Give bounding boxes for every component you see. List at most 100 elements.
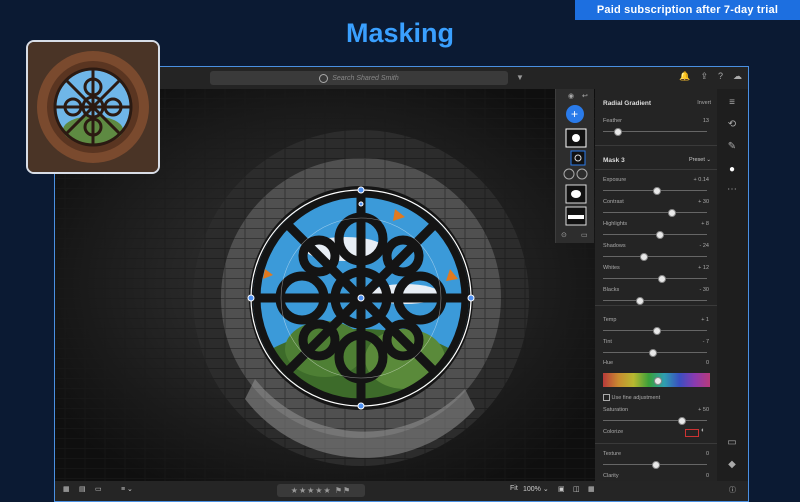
search-icon bbox=[319, 73, 329, 83]
tone-label: Blacks bbox=[603, 287, 620, 293]
tone-label-row: Whites + 12 bbox=[603, 265, 711, 271]
bottom-toolbar: ▦ ▤ ▭ ≡ ⌄ ★★★★★ ⚑⚑ Fit 100% ⌄ ▣ ◫ ▦ ⓘ bbox=[55, 481, 748, 501]
notifications-icon[interactable]: 🔔 bbox=[679, 71, 690, 82]
color-slider[interactable] bbox=[603, 349, 707, 357]
edit-sliders-icon[interactable]: ≡ bbox=[726, 97, 738, 108]
color-slider[interactable] bbox=[603, 327, 707, 335]
tone-slider[interactable] bbox=[603, 275, 707, 283]
tone-label-row: Exposure + 0.14 bbox=[603, 177, 711, 183]
saturation-value: + 50 bbox=[698, 407, 709, 413]
saturation-label: Saturation bbox=[603, 407, 629, 413]
tone-slider[interactable] bbox=[603, 187, 707, 195]
color-slider-knob[interactable] bbox=[653, 327, 662, 335]
tone-slider[interactable] bbox=[603, 209, 707, 217]
visibility-icon[interactable]: ◉ bbox=[568, 93, 574, 100]
feather-slider[interactable] bbox=[603, 128, 707, 136]
color-slider-knob[interactable] bbox=[648, 349, 657, 357]
info-icon[interactable]: ▦ bbox=[588, 485, 595, 493]
tone-label-row: Highlights + 8 bbox=[603, 221, 711, 227]
more-icon[interactable]: ⋯ bbox=[726, 184, 738, 195]
effect-slider[interactable] bbox=[603, 461, 707, 469]
tone-slider[interactable] bbox=[603, 231, 707, 239]
colorize-swatch[interactable] bbox=[685, 429, 699, 437]
compare-icon[interactable]: ▣ bbox=[558, 485, 565, 493]
hue-slider-knob[interactable] bbox=[653, 377, 662, 385]
eyedropper-icon[interactable]: ◐ bbox=[701, 427, 705, 434]
effect-value: 0 bbox=[705, 451, 709, 457]
tone-slider[interactable] bbox=[603, 297, 707, 305]
svg-text:⊙: ⊙ bbox=[561, 232, 567, 239]
fit-label: Fit bbox=[510, 485, 518, 492]
comments-icon[interactable]: ▭ bbox=[726, 437, 738, 448]
before-after-icon[interactable]: ◫ bbox=[573, 485, 580, 493]
cloud-icon[interactable]: ☁ bbox=[733, 71, 742, 82]
tone-value: - 30 bbox=[699, 287, 709, 293]
tone-slider-knob[interactable] bbox=[667, 209, 676, 217]
fine-adjust-checkbox[interactable] bbox=[603, 394, 610, 401]
hue-slider[interactable] bbox=[603, 373, 710, 387]
masking-icon[interactable]: ● bbox=[726, 164, 738, 175]
fine-adjust-row[interactable]: Use fine adjustment bbox=[603, 394, 711, 401]
single-view-icon[interactable]: ▭ bbox=[95, 485, 102, 493]
preset-dropdown[interactable]: Preset ⌄ bbox=[603, 157, 711, 163]
saturation-slider-knob[interactable] bbox=[678, 417, 686, 425]
square-grid-icon[interactable]: ▤ bbox=[79, 485, 86, 493]
back-icon[interactable]: ↩ bbox=[582, 93, 588, 100]
tone-value: - 24 bbox=[699, 243, 709, 249]
effect-label: Texture bbox=[603, 451, 622, 457]
tone-slider-knob[interactable] bbox=[639, 253, 648, 261]
fine-adjust-label: Use fine adjustment bbox=[611, 394, 661, 401]
tone-label-row: Contrast + 30 bbox=[603, 199, 711, 205]
hue-label-row: Hue 0 bbox=[603, 360, 711, 366]
search-placeholder: Search Shared Smith bbox=[332, 74, 399, 82]
share-icon[interactable]: ⇪ bbox=[700, 71, 708, 82]
hue-label: Hue bbox=[603, 360, 614, 366]
feather-slider-knob[interactable] bbox=[613, 128, 622, 136]
invert-label: Invert bbox=[697, 100, 711, 106]
tone-slider-knob[interactable] bbox=[653, 187, 662, 195]
tone-label-row: Blacks - 30 bbox=[603, 287, 711, 293]
color-label-row: Tint - 7 bbox=[603, 339, 711, 345]
healing-icon[interactable]: ✎ bbox=[726, 141, 738, 152]
sort-icon[interactable]: ≡ ⌄ bbox=[121, 485, 133, 493]
svg-text:+: + bbox=[571, 107, 578, 121]
invert-toggle[interactable]: Invert bbox=[603, 100, 711, 106]
rating-stars[interactable]: ★★★★★ ⚑⚑ bbox=[277, 484, 365, 497]
color-value: + 1 bbox=[701, 317, 709, 323]
tone-slider[interactable] bbox=[603, 253, 707, 261]
tone-slider-knob[interactable] bbox=[656, 231, 665, 239]
tone-label-row: Shadows - 24 bbox=[603, 243, 711, 249]
trial-banner-text: Paid subscription after 7-day trial bbox=[596, 4, 779, 16]
right-tool-rail: ≡ ⟲ ✎ ● ⋯ ▭ ◆ bbox=[717, 89, 748, 481]
preset-label: Preset bbox=[688, 157, 705, 163]
tag-icon[interactable]: ◆ bbox=[726, 459, 738, 470]
tone-label: Whites bbox=[603, 265, 620, 271]
help-icon[interactable]: ? bbox=[718, 71, 723, 82]
effect-slider-knob[interactable] bbox=[652, 461, 660, 469]
tone-slider-knob[interactable] bbox=[658, 275, 667, 283]
tone-label: Contrast bbox=[603, 199, 624, 205]
effect-label-row: Clarity 0 bbox=[603, 473, 711, 479]
search-field[interactable]: Search Shared Smith bbox=[210, 71, 508, 85]
saturation-slider[interactable] bbox=[603, 417, 707, 425]
effect-label: Clarity bbox=[603, 473, 619, 479]
colorize-label: Colorize bbox=[603, 429, 624, 435]
zoom-dropdown[interactable]: 100% ⌄ bbox=[523, 485, 549, 493]
crop-icon[interactable]: ⟲ bbox=[726, 119, 738, 130]
original-thumbnail bbox=[26, 40, 160, 174]
filter-icon[interactable]: ▼ bbox=[516, 73, 524, 82]
color-label: Temp bbox=[603, 317, 617, 323]
tone-label: Exposure bbox=[603, 177, 627, 183]
tone-value: + 8 bbox=[701, 221, 709, 227]
color-label-row: Temp + 1 bbox=[603, 317, 711, 323]
tone-value: + 0.14 bbox=[693, 177, 709, 183]
saturation-label-row: Saturation + 50 bbox=[603, 407, 711, 413]
hue-value: 0 bbox=[705, 360, 709, 366]
effect-label-row: Texture 0 bbox=[603, 451, 711, 457]
trial-banner: Paid subscription after 7-day trial bbox=[575, 0, 800, 20]
info-circle-icon[interactable]: ⓘ bbox=[729, 485, 736, 495]
color-label: Tint bbox=[603, 339, 612, 345]
mask-adjustment-panel: Radial Gradient Invert Feather 13 Mask 3… bbox=[595, 89, 717, 481]
tone-slider-knob[interactable] bbox=[636, 297, 645, 305]
grid-view-icon[interactable]: ▦ bbox=[63, 485, 70, 493]
